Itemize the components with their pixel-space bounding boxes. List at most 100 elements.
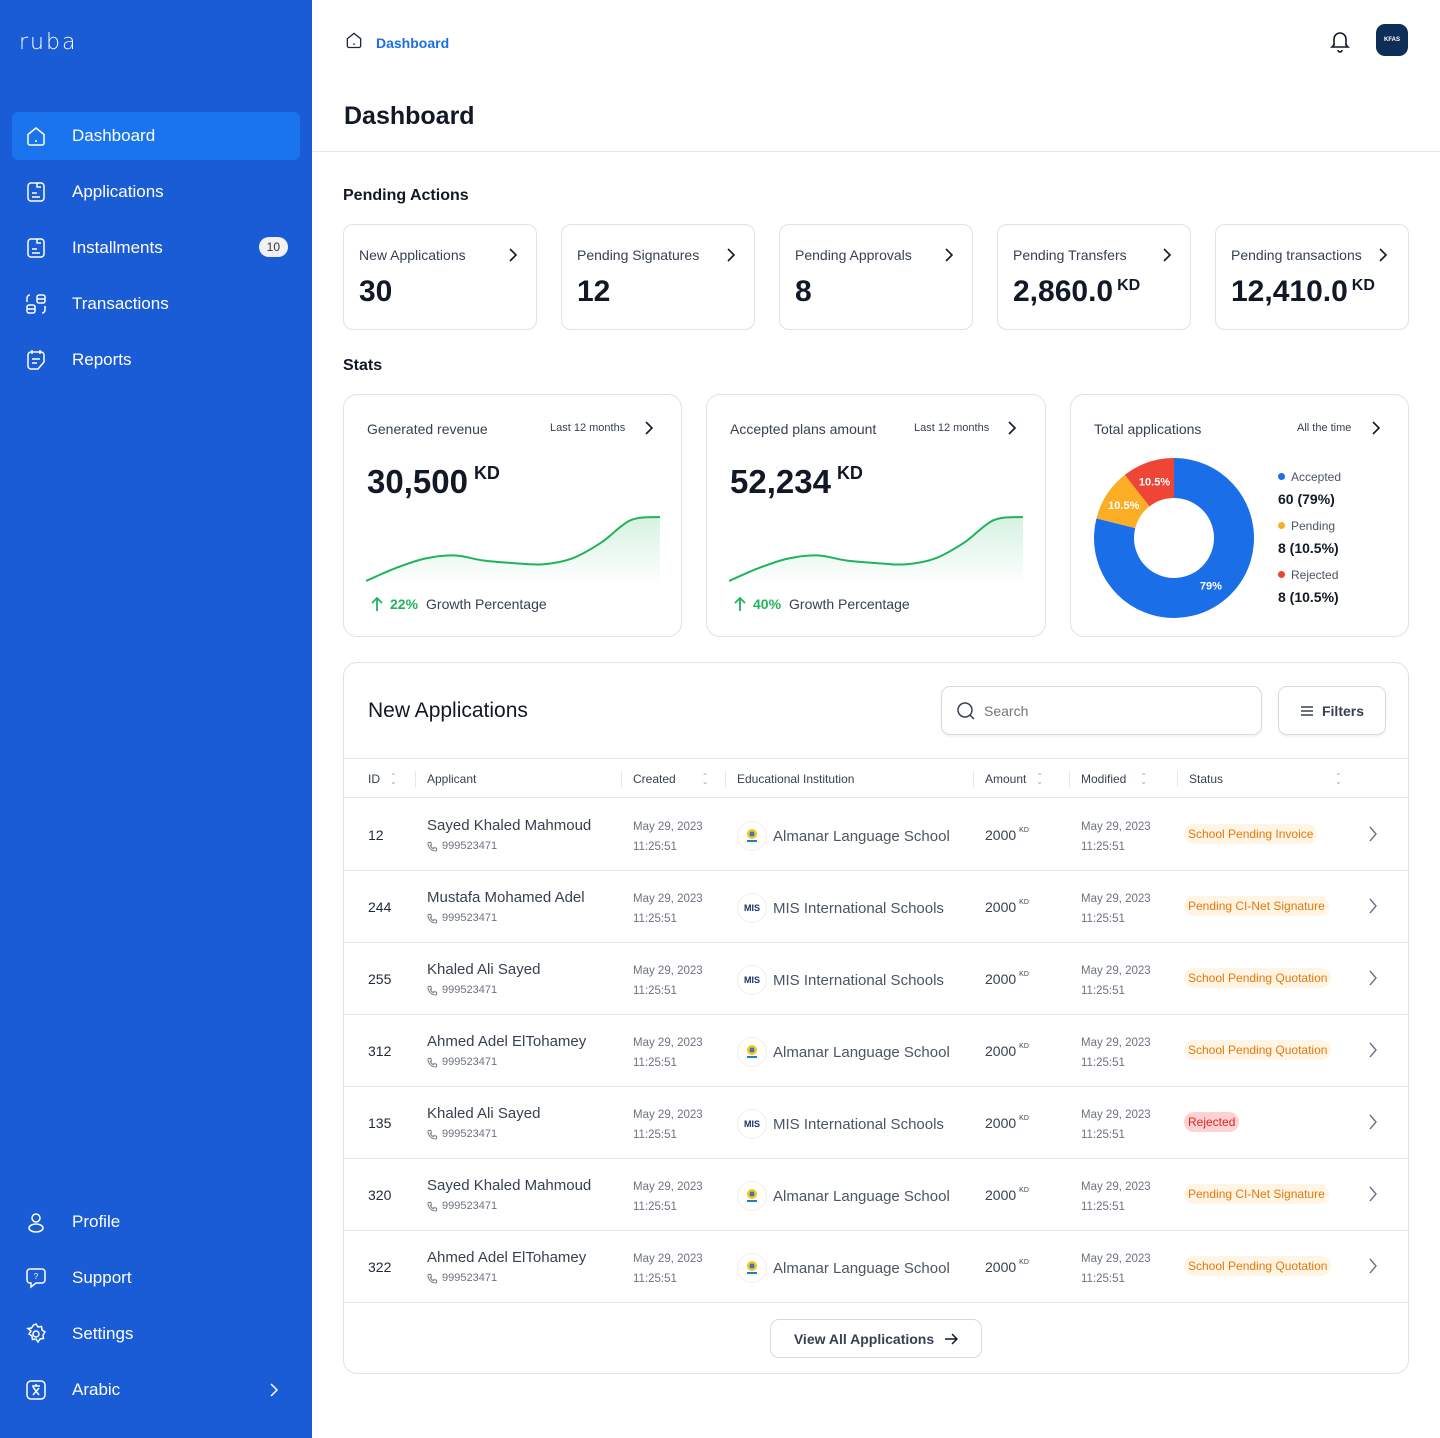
amount: 2000 KD xyxy=(985,1187,1029,1203)
institution: MIS MIS International Schools xyxy=(737,1109,944,1139)
almanar-school-logo xyxy=(737,1037,767,1067)
sidebar-item-dashboard[interactable]: Dashboard xyxy=(12,112,300,160)
chevron-right-icon[interactable] xyxy=(1007,420,1017,441)
sidebar-item-support[interactable]: ? Support xyxy=(12,1254,300,1302)
column-header-amount[interactable]: Amount ⌃ ⌄ xyxy=(972,759,1043,799)
menu-lines-icon xyxy=(1300,705,1313,716)
amount: 2000 KD xyxy=(985,971,1029,987)
period-selector[interactable]: All the time xyxy=(1297,422,1351,434)
pending-card-approvals[interactable]: Pending Approvals 8 xyxy=(779,224,973,330)
sidebar-item-label: Profile xyxy=(72,1212,121,1231)
period-selector[interactable]: Last 12 months xyxy=(550,422,625,434)
column-header-id[interactable]: ID ⌃ ⌄ xyxy=(368,759,397,799)
created-datetime: May 29, 2023 11:25:51 xyxy=(633,1105,703,1145)
sidebar-item-settings[interactable]: Settings xyxy=(12,1310,300,1358)
column-header-status[interactable]: Status ⌃ ⌄ xyxy=(1177,759,1342,799)
column-label: Status xyxy=(1189,772,1224,786)
value-number: 12,410.0 xyxy=(1231,275,1348,308)
period-selector[interactable]: Last 12 months xyxy=(914,422,989,434)
modified-date: May 29, 2023 xyxy=(1081,965,1151,977)
currency-unit: KD xyxy=(1019,827,1029,834)
status-badge: School Pending Quotation xyxy=(1184,1256,1332,1276)
table-row[interactable]: 320 Sayed Khaled Mahmoud 999523471 May 29, … xyxy=(344,1159,1408,1231)
pending-card-value: 12 xyxy=(577,275,610,309)
legend-label: Pending xyxy=(1291,518,1336,533)
view-all-label: View All Applications xyxy=(793,1330,935,1347)
sidebar-item-label: Applications xyxy=(72,182,164,201)
home-icon[interactable] xyxy=(344,30,364,55)
row-open-button[interactable] xyxy=(1368,1185,1378,1206)
language-icon xyxy=(24,1378,48,1402)
installments-count-badge: 10 xyxy=(258,237,288,257)
stat-card-revenue: Generated revenue Last 12 months 30,500 K… xyxy=(343,394,682,637)
sidebar: ruba Dashboard Applications Installments… xyxy=(0,0,312,1438)
column-header-modified[interactable]: Modified ⌃ ⌄ xyxy=(1068,759,1147,799)
row-open-button[interactable] xyxy=(1368,969,1378,990)
mis-school-logo: MIS xyxy=(737,1109,767,1139)
notification-bell-icon[interactable] xyxy=(1328,28,1352,59)
phone-number: 999523471 xyxy=(442,1200,498,1212)
search-input[interactable] xyxy=(984,702,1244,719)
applicant-phone: 999523471 xyxy=(427,1272,497,1284)
amount: 2000 KD xyxy=(985,1115,1029,1131)
phone-number: 999523471 xyxy=(442,1056,498,1068)
revenue-sparkline xyxy=(366,516,660,585)
view-all-applications-button[interactable]: View All Applications xyxy=(770,1319,982,1358)
column-header-institution[interactable]: Educational Institution xyxy=(724,759,854,799)
table-row[interactable]: 12 Sayed Khaled Mahmoud 999523471 May 29, 2… xyxy=(344,799,1408,871)
row-open-button[interactable] xyxy=(1368,825,1378,846)
legend-value: 8 (10.5%) xyxy=(1278,540,1339,556)
filters-button[interactable]: Filters xyxy=(1278,686,1386,735)
table-row[interactable]: 135 Khaled Ali Sayed 999523471 May 29, 2023… xyxy=(344,1087,1408,1159)
legend-dot xyxy=(1278,522,1285,529)
modified-date: May 29, 2023 xyxy=(1081,821,1151,833)
row-open-button[interactable] xyxy=(1368,1113,1378,1134)
sidebar-item-applications[interactable]: Applications xyxy=(12,168,300,216)
amount: 2000 KD xyxy=(985,827,1029,843)
chevron-right-icon[interactable] xyxy=(1371,420,1381,441)
value-number: 30,500 xyxy=(367,463,468,500)
pending-card-label: Pending transactions xyxy=(1231,247,1362,263)
row-open-button[interactable] xyxy=(1368,1257,1378,1278)
created-time: 11:25:51 xyxy=(633,1129,677,1141)
pending-card-transfers[interactable]: Pending Transfers 2,860.0 KD xyxy=(997,224,1191,330)
modified-datetime: May 29, 2023 11:25:51 xyxy=(1081,1249,1151,1289)
avatar[interactable]: KFAS xyxy=(1376,24,1408,56)
sidebar-item-label: Support xyxy=(72,1268,132,1287)
table-title: New Applications xyxy=(368,699,528,722)
pending-card-new-applications[interactable]: New Applications 30 xyxy=(343,224,537,330)
pending-card-signatures[interactable]: Pending Signatures 12 xyxy=(561,224,755,330)
donut-label-accepted: 79% xyxy=(1200,580,1222,592)
sidebar-item-language[interactable]: Arabic xyxy=(12,1366,300,1414)
search-box[interactable] xyxy=(941,686,1262,735)
sidebar-item-installments[interactable]: Installments 10 xyxy=(12,224,300,272)
chevron-right-icon[interactable] xyxy=(644,420,654,441)
breadcrumb-dashboard-link[interactable]: Dashboard xyxy=(376,35,449,51)
chevron-right-icon xyxy=(1162,247,1172,268)
table-row[interactable]: 244 Mustafa Mohamed Adel 999523471 May 29, … xyxy=(344,871,1408,943)
user-icon xyxy=(24,1210,48,1234)
column-header-created[interactable]: Created ⌃ ⌄ xyxy=(620,759,708,799)
table-row[interactable]: 255 Khaled Ali Sayed 999523471 May 29, 2023… xyxy=(344,943,1408,1015)
applicant-phone: 999523471 xyxy=(427,840,497,852)
row-open-button[interactable] xyxy=(1368,1041,1378,1062)
table-row[interactable]: 312 Ahmed Adel ElTohamey 999523471 May 29, … xyxy=(344,1015,1408,1087)
growth-percentage: 22% xyxy=(390,596,419,612)
sidebar-item-profile[interactable]: Profile xyxy=(12,1198,300,1246)
row-open-button[interactable] xyxy=(1368,897,1378,918)
legend-item-pending: Pending xyxy=(1278,517,1341,534)
amount: 2000 KD xyxy=(985,1259,1029,1275)
sort-icon: ⌃ ⌄ xyxy=(1335,772,1342,786)
pending-card-transactions[interactable]: Pending transactions 12,410.0 KD xyxy=(1215,224,1409,330)
table-row[interactable]: 322 Ahmed Adel ElTohamey 999523471 May 29, … xyxy=(344,1231,1408,1303)
institution-name: Almanar Language School xyxy=(773,827,950,845)
status-badge: Rejected xyxy=(1184,1112,1240,1132)
phone-icon xyxy=(427,913,438,924)
sidebar-item-transactions[interactable]: Transactions xyxy=(12,280,300,328)
value-number: 8 xyxy=(795,275,812,308)
modified-date: May 29, 2023 xyxy=(1081,1037,1151,1049)
value-number: 12 xyxy=(577,275,611,308)
column-header-applicant[interactable]: Applicant xyxy=(414,759,476,799)
modified-time: 11:25:51 xyxy=(1081,985,1125,997)
sidebar-item-reports[interactable]: Reports xyxy=(12,336,300,384)
